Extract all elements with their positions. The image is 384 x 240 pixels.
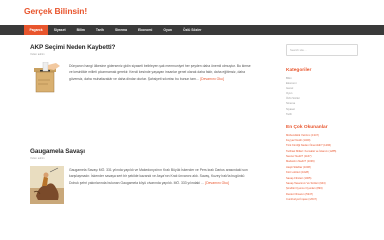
nav-item-bilim[interactable]: Bilim — [71, 25, 90, 35]
post-title[interactable]: AKP Seçimi Neden Kaybetti? — [30, 44, 252, 51]
categories-title: Kategoriler — [286, 68, 312, 73]
post-meta: Yazan: admin — [30, 52, 45, 56]
ballot-box-image[interactable] — [30, 61, 64, 100]
popular-title: En Çok Okunanlar — [286, 124, 328, 130]
read-more-link[interactable]: [Devamını Oku] — [205, 181, 229, 185]
category-list: Bilim Ekonomi Genel Oyun Özlü Sözler Sin… — [286, 76, 362, 117]
nav-item-ozlu-sozler[interactable]: Özlü Sözler — [178, 25, 207, 35]
nav-item-ekonomi[interactable]: Ekonomi — [133, 25, 158, 35]
nav-item-sinema[interactable]: Sinema — [109, 25, 132, 35]
site-header: Gerçek Bilinsin! — [0, 0, 384, 22]
popular-list: Mühendislik Yazılımı (1347) Feyyaz Nedir… — [286, 133, 362, 202]
read-more-link[interactable]: [Devamını Oku] — [200, 77, 224, 81]
nav-item-siyaset[interactable]: Siyaset — [48, 25, 71, 35]
main-navigation: Pagarck Siyaset Bilim Tarih Sinema Ekono… — [0, 25, 384, 35]
nav-item-home[interactable]: Pagarck — [24, 25, 49, 35]
site-logo[interactable]: Gerçek Bilinsin! — [24, 6, 87, 16]
category-item[interactable]: Tarih — [286, 112, 362, 117]
post-gaugamela: Gaugamela Savaşı Yazan: admin Gaugamela … — [30, 148, 252, 204]
popular-item[interactable]: Cumhuriyet İnşası (1/647) — [286, 197, 362, 202]
search-input[interactable]: Search site… — [286, 44, 358, 56]
battle-painting-image[interactable] — [30, 165, 64, 204]
post-meta: Yazan: admin — [30, 156, 45, 160]
sidebar: Search site… Kategoriler Bilim Ekonomi G… — [286, 44, 362, 202]
post-title[interactable]: Gaugamela Savaşı — [30, 148, 252, 155]
post-akp: AKP Seçimi Neden Kaybetti? Yazan: admin … — [30, 44, 252, 100]
nav-item-oyun[interactable]: Oyun — [158, 25, 178, 35]
nav-item-tarih[interactable]: Tarih — [90, 25, 109, 35]
